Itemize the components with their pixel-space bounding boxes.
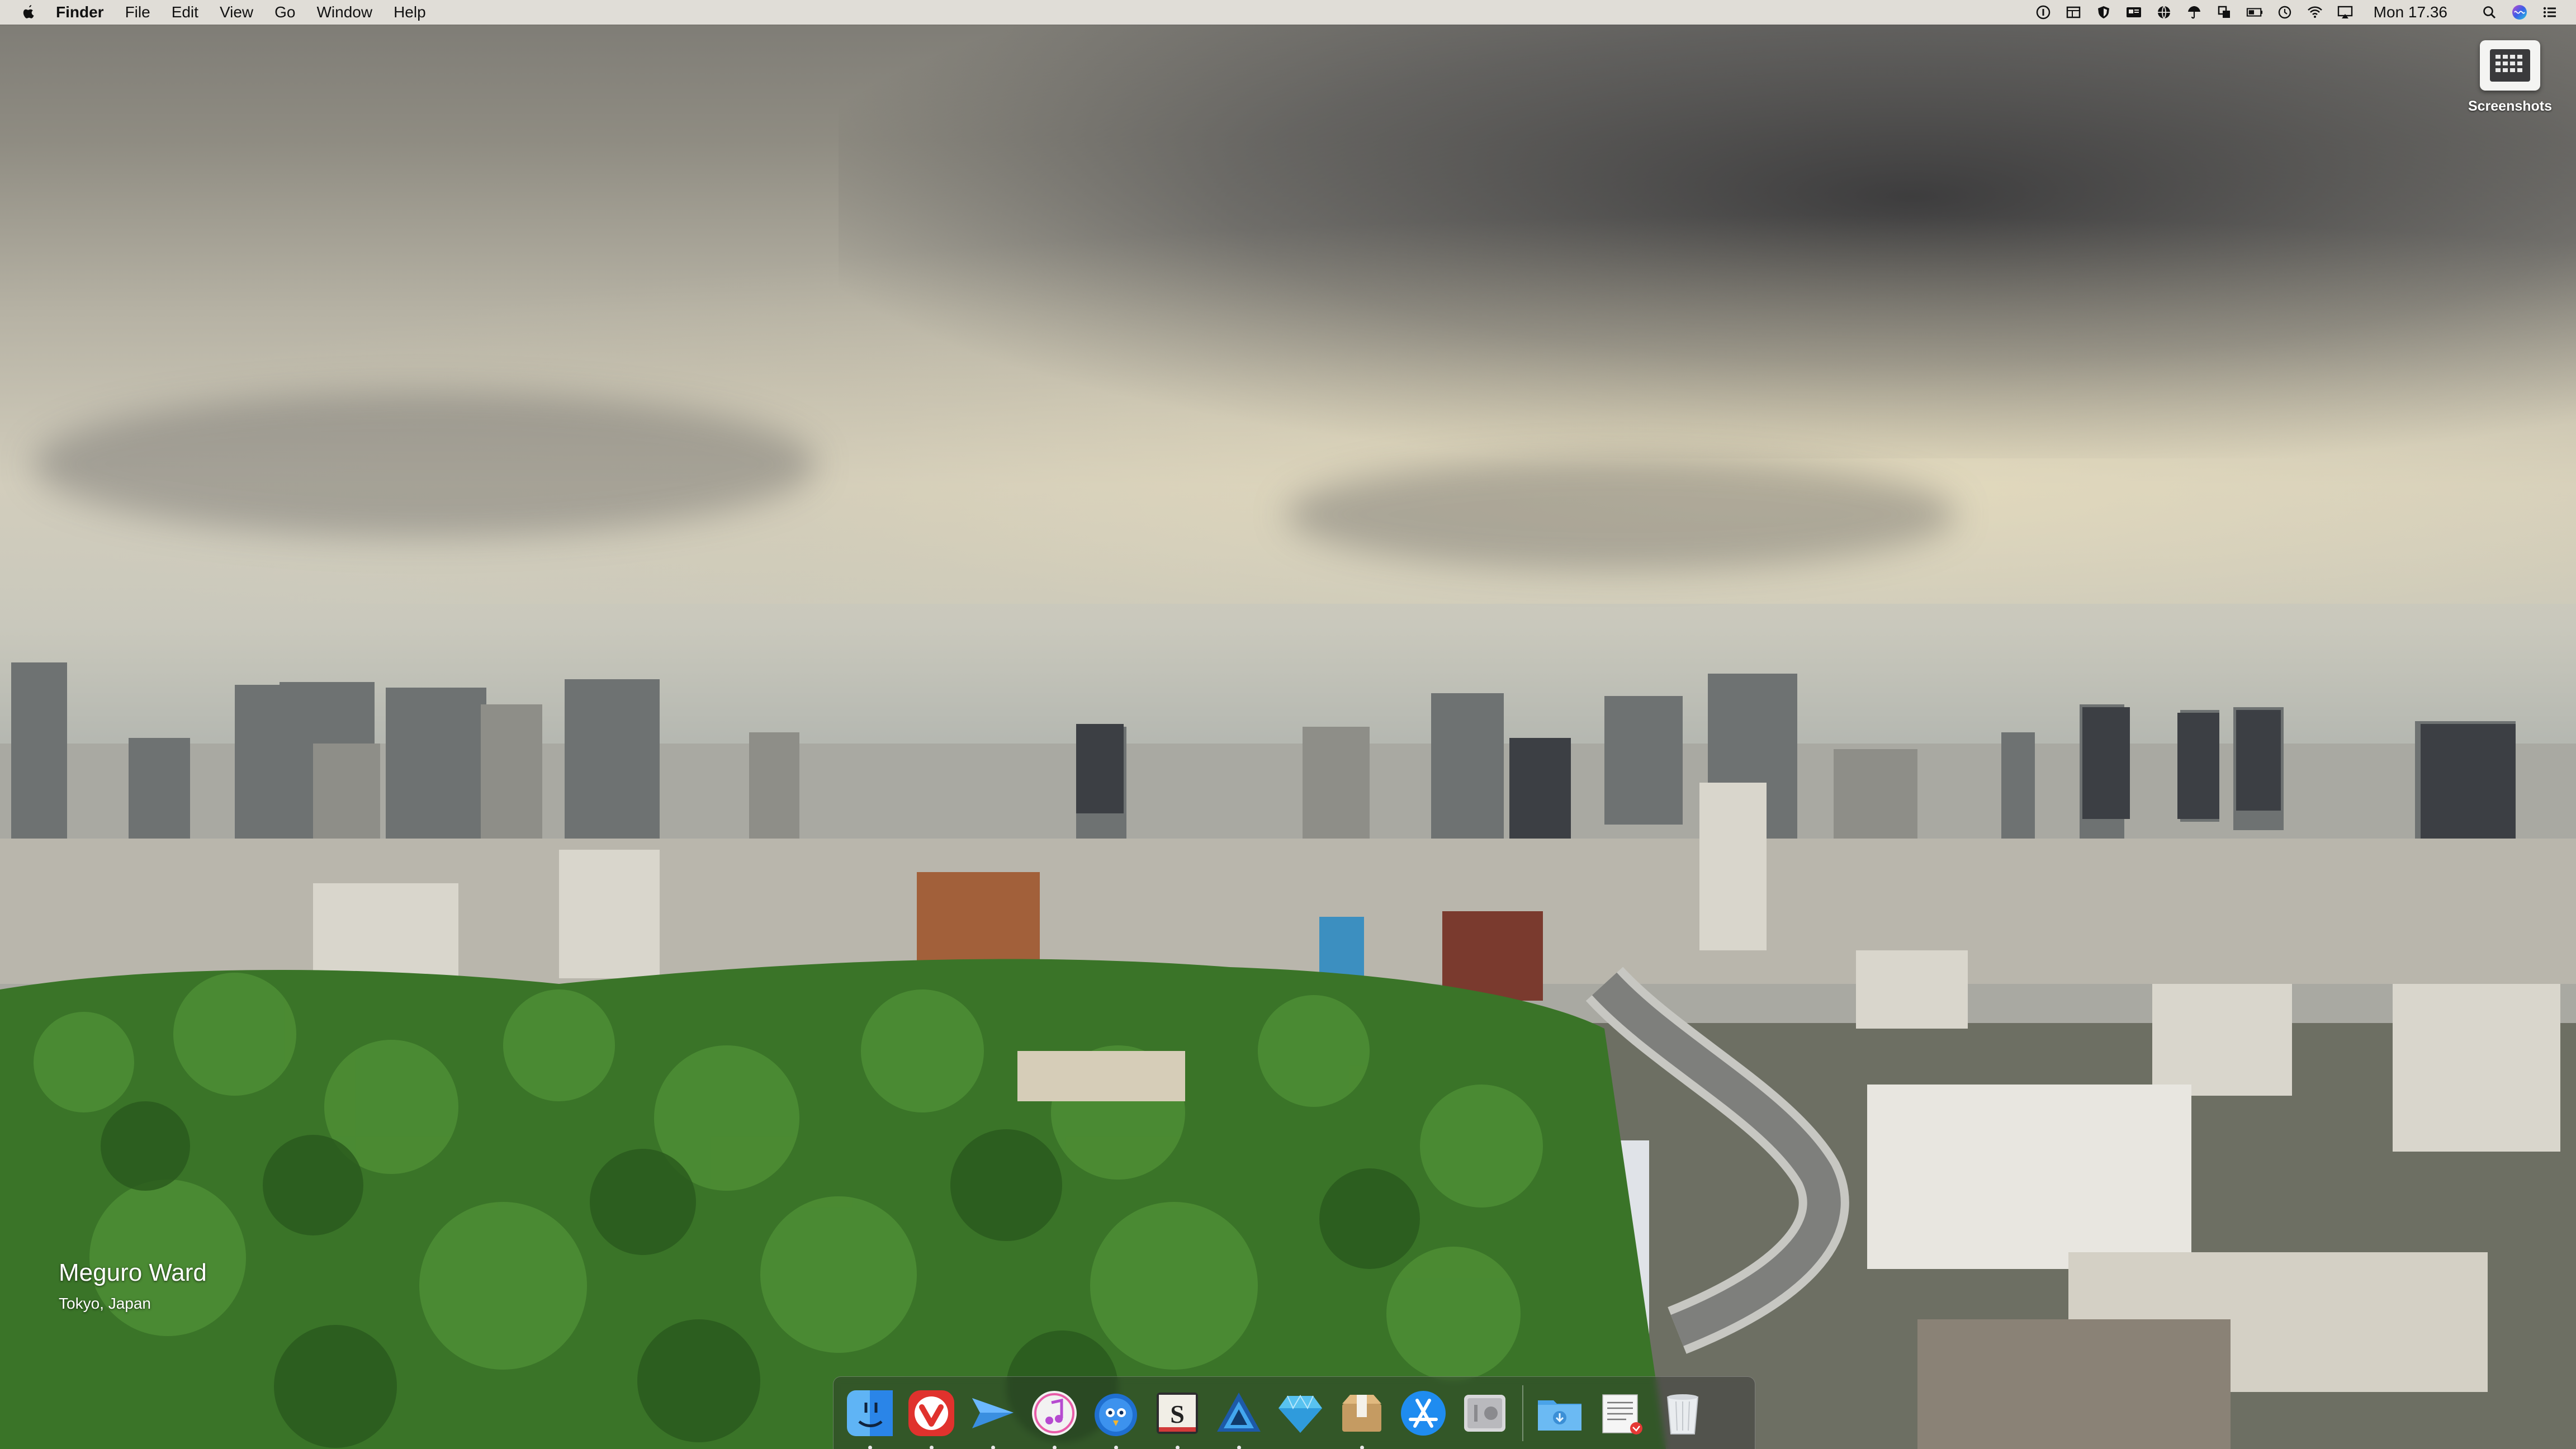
menu-view[interactable]: View: [220, 3, 253, 21]
desktop-item-label: Screenshots: [2468, 98, 2553, 114]
desktop-item-screenshots[interactable]: Screenshots: [2454, 40, 2566, 115]
affinity-designer-icon: [1217, 1393, 1261, 1432]
dock-sketch[interactable]: [1274, 1387, 1327, 1439]
documents-stack-icon: [1602, 1394, 1642, 1434]
dock-itunes[interactable]: [1028, 1387, 1081, 1449]
scrivener-icon: S: [1157, 1393, 1198, 1434]
itunes-icon: [1032, 1391, 1077, 1436]
menu-bar-extras: Mon 17.36: [2021, 0, 2558, 25]
news-icon[interactable]: [2125, 4, 2142, 21]
umbrella-icon[interactable]: [2186, 4, 2203, 21]
dock-scrivener[interactable]: S: [1151, 1387, 1204, 1449]
dock-finder[interactable]: [844, 1387, 896, 1449]
desktop[interactable]: Finder File Edit View Go Window Help Mon…: [0, 0, 2576, 1449]
running-indicator: [991, 1446, 995, 1449]
dock-separator: [1522, 1385, 1523, 1441]
location-subtitle: Tokyo, Japan: [59, 1295, 151, 1312]
running-indicator: [930, 1446, 934, 1449]
wifi-icon[interactable]: [2307, 4, 2323, 21]
wallpaper-location: Meguro Ward Tokyo, Japan: [59, 1259, 207, 1313]
running-indicator: [1237, 1446, 1241, 1449]
airplay-icon[interactable]: [2337, 4, 2354, 21]
screen-layout-icon[interactable]: [2065, 4, 2082, 21]
tweetbot-icon: [1095, 1394, 1137, 1436]
system-preferences-icon: [1464, 1395, 1505, 1432]
onepassword-icon[interactable]: [2035, 4, 2052, 21]
menu-window[interactable]: Window: [316, 3, 372, 21]
dock-documents-stack[interactable]: [1595, 1387, 1647, 1439]
time-machine-icon[interactable]: [2276, 4, 2293, 21]
notification-center-icon[interactable]: [2541, 4, 2558, 21]
sketch-icon: [1278, 1395, 1322, 1433]
airmail-icon: [972, 1398, 1014, 1428]
menu-clock[interactable]: Mon 17.36: [2374, 3, 2447, 21]
folder-screenshots-icon: [2480, 40, 2540, 91]
running-indicator: [1176, 1446, 1180, 1449]
dock-system-preferences[interactable]: [1459, 1387, 1511, 1439]
dock-trash[interactable]: [1656, 1387, 1709, 1439]
running-indicator: [1360, 1446, 1364, 1449]
archiver-icon: [1342, 1395, 1381, 1432]
apple-icon[interactable]: [20, 4, 37, 21]
menu-edit[interactable]: Edit: [172, 3, 198, 21]
svg-text:S: S: [1170, 1400, 1185, 1428]
dock-affinity-designer[interactable]: [1213, 1387, 1265, 1449]
copy-icon[interactable]: [2216, 4, 2233, 21]
dock-app-store[interactable]: [1397, 1387, 1450, 1439]
menu-file[interactable]: File: [125, 3, 150, 21]
downloads-folder-icon: [1538, 1400, 1581, 1431]
trash-icon: [1666, 1394, 1699, 1434]
shield-icon[interactable]: [2095, 4, 2112, 21]
menu-go[interactable]: Go: [274, 3, 295, 21]
menu-bar-left: Finder File Edit View Go Window Help: [0, 0, 447, 25]
app-store-icon: [1401, 1391, 1446, 1436]
dock-tweetbot[interactable]: [1090, 1387, 1142, 1449]
dock-archiver[interactable]: [1336, 1387, 1388, 1449]
vivaldi-icon: [908, 1390, 954, 1436]
running-indicator: [868, 1446, 872, 1449]
running-indicator: [1053, 1446, 1057, 1449]
dock-airmail[interactable]: [967, 1387, 1019, 1449]
running-indicator: [1114, 1446, 1118, 1449]
siri-icon[interactable]: [2511, 4, 2528, 21]
dock-downloads-stack[interactable]: [1533, 1387, 1586, 1439]
search-icon[interactable]: [2481, 4, 2498, 21]
menu-app-finder[interactable]: Finder: [56, 3, 104, 21]
dock-vivaldi[interactable]: [905, 1387, 958, 1449]
globe-icon[interactable]: [2156, 4, 2172, 21]
location-title: Meguro Ward: [59, 1259, 207, 1286]
dock: S: [833, 1376, 1755, 1449]
menu-help[interactable]: Help: [394, 3, 426, 21]
menu-bar: Finder File Edit View Go Window Help Mon…: [0, 0, 2576, 25]
wallpaper-city: [0, 662, 2576, 1449]
finder-icon: [847, 1390, 893, 1436]
battery-bar-icon[interactable]: [2246, 4, 2263, 21]
